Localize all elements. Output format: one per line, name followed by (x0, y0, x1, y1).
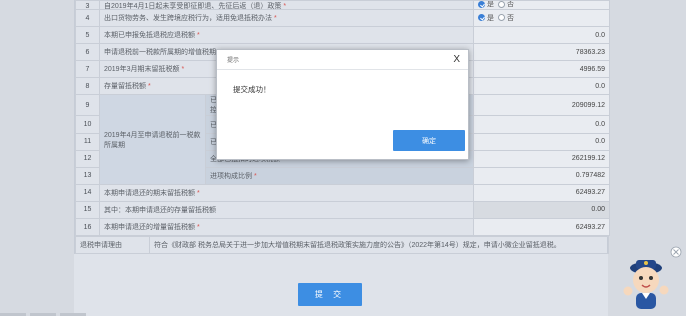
row-label-text: 本期申请退还的增量留抵税额 (104, 224, 195, 232)
row-number: 13 (75, 166, 100, 185)
row-number: 7 (75, 60, 100, 79)
row-label-text: 申请退税前一税款所属期的增值税期 (104, 49, 216, 57)
required-mark: * (197, 189, 200, 197)
radio-no-label: 否 (507, 14, 514, 22)
yes-no-radio-group[interactable]: 是否 (473, 0, 610, 10)
row-value[interactable]: 4996.59 (473, 60, 610, 79)
page-margin-left (0, 0, 74, 316)
table-row: 5 本期已申报免抵退税应退税额 * 0.0 (75, 26, 610, 45)
close-icon[interactable]: X (453, 54, 460, 65)
dialog-title: 提示 (227, 58, 240, 64)
row-label: 出口货物劳务、发生跨境应税行为，适用免退抵税办法 * (99, 8, 474, 28)
table-row: 14 本期申请退还的期末留抵税额 * 62493.27 (75, 183, 610, 202)
submit-button[interactable]: 提 交 (298, 283, 362, 306)
prompt-dialog: 提示 X 提交成功！ 确定 (216, 49, 469, 160)
radio-yes[interactable]: 是 (478, 1, 494, 8)
row-number: 8 (75, 77, 100, 96)
required-mark: * (197, 32, 200, 40)
row-number: 14 (75, 183, 100, 202)
required-mark: * (274, 15, 277, 23)
row-value[interactable]: 62493.27 (473, 218, 610, 237)
yes-no-radio-group[interactable]: 是否 (473, 8, 610, 28)
row-number: 10 (75, 115, 100, 134)
row-sub-label-text: 进项构成比例 (210, 172, 252, 180)
row-value[interactable]: 209099.12 (473, 94, 610, 117)
row-number: 15 (75, 200, 100, 220)
group-label: 2019年4月至申请退税前一税款所属期 (99, 94, 206, 185)
mascot-icon[interactable] (618, 246, 682, 312)
row-number: 4 (75, 8, 100, 28)
row-number: 12 (75, 149, 100, 168)
row-value[interactable]: 0.0 (473, 132, 610, 151)
row-number: 9 (75, 94, 100, 117)
bottom-bar (0, 312, 120, 316)
row-label-text: 其中：本期申请退还的存量留抵税额 (104, 206, 216, 214)
radio-yes-label: 是 (487, 0, 494, 8)
row-label-text: 本期申请退还的期末留抵税额 (104, 189, 195, 197)
table-row: 3 自2019年4月1日起未享受即征即退、先征后返（退）政策 * 是否 (75, 0, 610, 10)
dialog-header: 提示 X (217, 50, 468, 70)
required-mark: * (197, 224, 200, 232)
radio-yes[interactable]: 是 (478, 13, 494, 23)
row-value[interactable]: 0.0 (473, 115, 610, 134)
radio-unchecked-icon (498, 1, 505, 8)
required-mark: * (148, 83, 151, 91)
radio-no[interactable]: 否 (498, 13, 514, 23)
row-label: 本期申请退还的期末留抵税额 * (99, 183, 474, 202)
reason-text[interactable]: 符合《财政部 税务总局关于进一步加大增值税期末留抵退税政策实施力度的公告》（20… (149, 236, 609, 255)
required-mark: * (181, 66, 185, 74)
row-number: 3 (75, 0, 100, 10)
row-label-text: 出口货物劳务、发生跨境应税行为，适用免退抵税办法 (104, 15, 272, 23)
row-label: 自2019年4月1日起未享受即征即退、先征后返（退）政策 * (99, 0, 474, 10)
row-label: 本期申请退还的增量留抵税额 * (99, 218, 474, 237)
row-value[interactable]: 78363.23 (473, 43, 610, 62)
radio-checked-icon (478, 14, 485, 22)
reason-row: 退税申请理由 符合《财政部 税务总局关于进一步加大增值税期末留抵退税政策实施力度… (75, 236, 609, 255)
table-row: 16 本期申请退还的增量留抵税额 * 62493.27 (75, 218, 610, 237)
radio-unchecked-icon (498, 14, 505, 22)
row-label: 其中：本期申请退还的存量留抵税额 (99, 200, 474, 220)
table-row: 4 出口货物劳务、发生跨境应税行为，适用免退抵税办法 * 是否 (75, 8, 610, 28)
row-label-text: 存量留抵税额 (104, 83, 146, 91)
radio-no[interactable]: 否 (498, 1, 514, 8)
row-label: 本期已申报免抵退税应退税额 * (99, 26, 474, 45)
page: 3 自2019年4月1日起未享受即征即退、先征后返（退）政策 * 是否 4 出口货物劳务、… (0, 0, 686, 316)
required-mark: * (254, 172, 257, 180)
row-label-text: 本期已申报免抵退税应退税额 (104, 32, 195, 40)
row-label-text: 自2019年4月1日起未享受即征即退、先征后返（退）政策 (104, 3, 282, 10)
row-sub-label: 进项构成比例 * (205, 166, 474, 185)
dialog-message: 提交成功！ (233, 85, 271, 94)
row-value[interactable]: 62493.27 (473, 183, 610, 202)
row-label-text: 2019年3月期末留抵税额 (104, 66, 180, 74)
table-row: 15 其中：本期申请退还的存量留抵税额 0.00 (75, 200, 610, 220)
row-value[interactable]: 0.00 (473, 200, 610, 220)
row-number: 11 (75, 132, 100, 151)
row-number: 6 (75, 43, 100, 62)
row-value[interactable]: 0.0 (473, 26, 610, 45)
radio-checked-icon (478, 1, 485, 8)
row-value[interactable]: 262199.12 (473, 149, 610, 168)
radio-no-label: 否 (507, 0, 514, 8)
required-mark: * (283, 3, 287, 10)
row-value[interactable]: 0.797482 (473, 166, 610, 185)
row-number: 16 (75, 218, 100, 237)
reason-label: 退税申请理由 (75, 236, 150, 255)
confirm-button[interactable]: 确定 (393, 130, 465, 151)
radio-yes-label: 是 (487, 14, 494, 22)
reason-table: 退税申请理由 符合《财政部 税务总局关于进一步加大增值税期末留抵退税政策实施力度… (75, 236, 609, 255)
row-value[interactable]: 0.0 (473, 77, 610, 96)
row-number: 5 (75, 26, 100, 45)
